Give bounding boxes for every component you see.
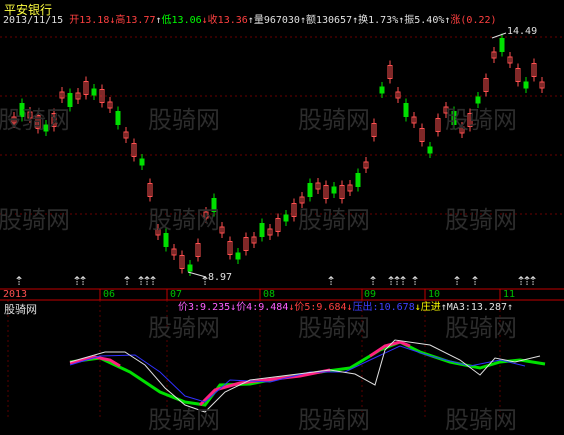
- price4-label: 价4:: [236, 302, 259, 313]
- watermark-text: 股骑网: [298, 206, 370, 234]
- candle-body: [499, 38, 505, 52]
- candle-body: [427, 146, 433, 154]
- ma3-label: MA3:: [446, 302, 471, 313]
- candle-body: [307, 183, 313, 197]
- indicator-name: 股骑网: [4, 303, 37, 316]
- indicator-values: 价3:9.235↓价4:9.484↓价5:9.684↓压出:10.678↓庄进↑…: [178, 302, 513, 314]
- date-label-2013: 2013: [3, 289, 28, 300]
- watermark-text: 股骑网: [445, 206, 517, 234]
- change-label: 涨: [450, 15, 461, 26]
- candle-body: [331, 186, 337, 194]
- amount-value: 130657: [315, 15, 353, 26]
- quote-date: 2013/11/15: [3, 15, 64, 26]
- max-price-marker: 14.49: [507, 26, 538, 37]
- signal-arrow-icon: ⇡: [398, 274, 408, 288]
- candle-body: [355, 173, 361, 187]
- price4-value: 9.484: [258, 302, 289, 313]
- watermark-text: 股骑网: [445, 106, 517, 134]
- amount-label: 额: [305, 15, 316, 26]
- close-label: 收: [207, 15, 218, 26]
- min-price-marker: 8.97: [208, 272, 233, 283]
- enter-label: 庄进: [420, 302, 441, 313]
- date-label-10: 10: [428, 289, 441, 300]
- signal-arrow-icon: ⇡: [148, 274, 158, 288]
- signal-arrows: ⇡ ⇡⇡ ⇡ ⇡⇡⇡ ⇡ ⇡ ⇡ ⇡⇡⇡ ⇡ ⇡ ⇡ ⇡⇡⇡: [14, 274, 538, 288]
- amplitude-label: 振: [404, 15, 415, 26]
- candle-body: [259, 223, 265, 237]
- candle-body: [283, 214, 289, 222]
- candle-body: [163, 233, 169, 247]
- signal-arrow-icon: ⇡: [14, 274, 24, 288]
- amplitude-value: 5.40%: [414, 15, 445, 26]
- watermark-text: 股骑网: [298, 106, 370, 134]
- watermark-text: 股骑网: [0, 106, 70, 134]
- turnover-label: 换: [358, 15, 369, 26]
- pressure-label: 压出:: [352, 302, 379, 313]
- candle-body: [379, 86, 385, 94]
- candle-body: [91, 88, 97, 96]
- candle-body: [115, 111, 121, 125]
- candle-body: [235, 252, 241, 260]
- high-label: 高: [115, 15, 126, 26]
- signal-arrow-icon: ⇡: [452, 274, 462, 288]
- signal-arrow-icon: ⇡: [528, 274, 538, 288]
- max-marker-line: [491, 32, 507, 39]
- date-label-09: 09: [364, 289, 377, 300]
- date-label-11: 11: [503, 289, 516, 300]
- turnover-value: 1.73%: [368, 15, 399, 26]
- pressure-value: 10.678: [378, 302, 415, 313]
- low-value: 13.06: [171, 15, 202, 26]
- signal-arrow-icon: ⇡: [326, 274, 336, 288]
- signal-arrow-icon: ⇡: [78, 274, 88, 288]
- price3-label: 价3:: [178, 302, 201, 313]
- open-label: 开: [69, 15, 80, 26]
- signal-arrow-icon: ⇡: [122, 274, 132, 288]
- change-value: (0.22): [460, 15, 497, 26]
- signal-arrow-icon: ⇡: [368, 274, 378, 288]
- watermark-text: 股骑网: [0, 206, 70, 234]
- candle-body: [187, 264, 193, 272]
- candle-body: [403, 103, 409, 117]
- high-value: 13.77: [125, 15, 156, 26]
- candle-body: [523, 81, 529, 89]
- price3-value: 9.235: [200, 302, 231, 313]
- watermark-text: 股骑网: [148, 106, 220, 134]
- quote-bar: 2013/11/15 开13.18↓高13.77↑低13.06↓收13.36↑量…: [3, 15, 497, 27]
- price5-label: 价5:: [294, 302, 317, 313]
- low-label: 低: [161, 15, 172, 26]
- watermark-text: 股骑网: [148, 206, 220, 234]
- close-value: 13.36: [217, 15, 248, 26]
- arrow-up-icon: ↑: [507, 302, 514, 313]
- signal-arrow-icon: ⇡: [470, 274, 480, 288]
- date-label-08: 08: [263, 289, 276, 300]
- price5-value: 9.684: [316, 302, 347, 313]
- open-value: 13.18: [79, 15, 110, 26]
- date-label-06: 06: [103, 289, 116, 300]
- date-label-07: 07: [170, 289, 183, 300]
- ma3-value: 13.287: [470, 302, 507, 313]
- volume-value: 967030: [263, 15, 300, 26]
- signal-arrow-icon: ⇡: [410, 274, 420, 288]
- candle-body: [139, 158, 145, 166]
- volume-label: 量: [253, 15, 264, 26]
